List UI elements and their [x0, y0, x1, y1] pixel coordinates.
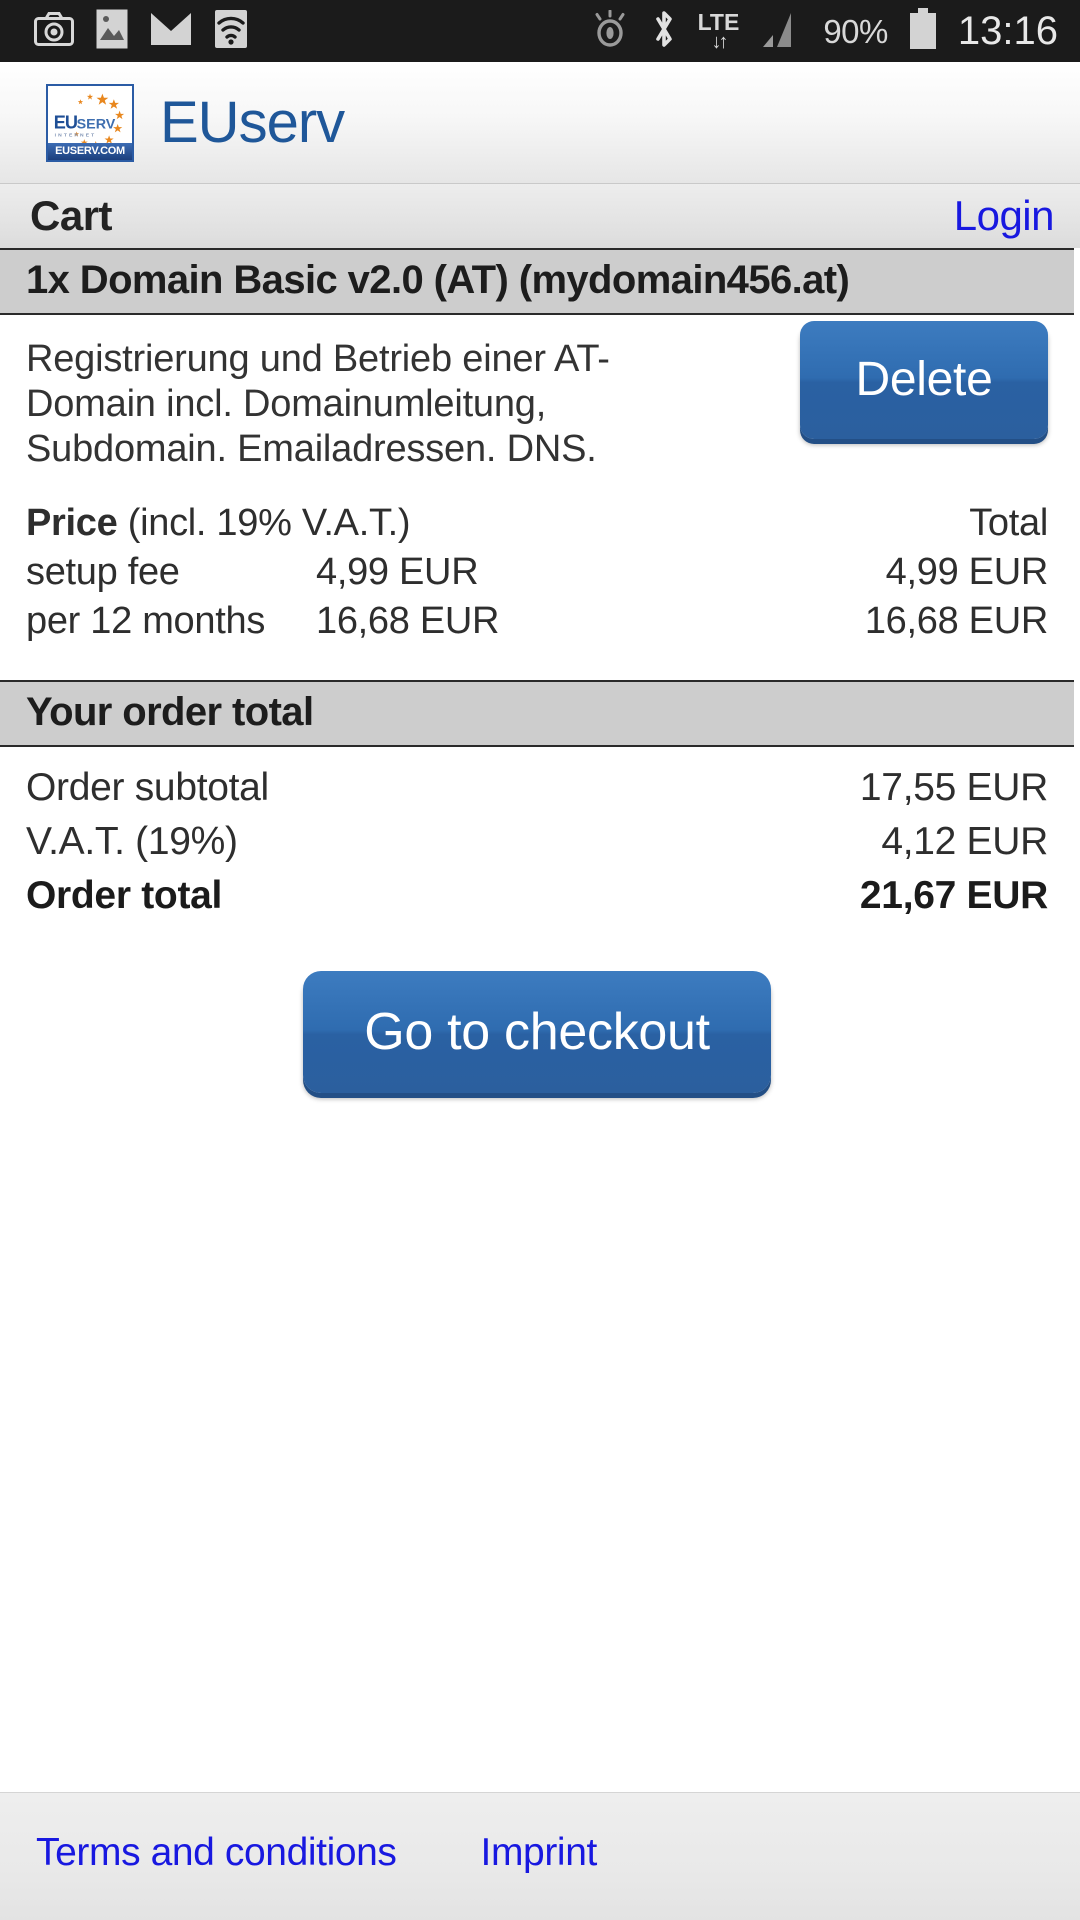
euserv-logo[interactable]: EU SERV INTERNET EUSERV.COM [46, 83, 134, 162]
data-transfer-arrows-icon: ↓↑ [711, 30, 728, 53]
price-row-amount: 16,68 EUR [316, 600, 500, 643]
order-subtotal-value: 17,55 EUR [859, 766, 1048, 810]
price-row-label: setup fee [26, 551, 180, 594]
mail-icon [150, 12, 192, 51]
svg-text:SERV: SERV [77, 116, 116, 132]
order-total-label: Order total [26, 874, 223, 918]
price-table-row: setup fee 4,99 EUR 4,99 EUR [26, 548, 1048, 597]
order-total-body: Order subtotal 17,55 EUR V.A.T. (19%) 4,… [0, 747, 1074, 1094]
android-status-bar: LTE ↓↑ 90% 13:16 [0, 0, 1080, 62]
checkout-button-wrap: Go to checkout [26, 971, 1048, 1094]
signal-icon [759, 9, 803, 54]
logo-domain-label: EUSERV.COM [48, 142, 132, 160]
image-icon [96, 9, 128, 54]
imprint-link[interactable]: Imprint [481, 1831, 598, 1875]
cart-navbar: Cart Login [0, 184, 1080, 248]
cart-item-price-table: Price (incl. 19% V.A.T.) Total setup fee… [26, 499, 1048, 646]
price-label: Price [26, 502, 118, 545]
svg-text:INTERNET: INTERNET [55, 132, 97, 138]
brand-title: EUserv [160, 90, 345, 155]
battery-percent-label: 90% [823, 12, 888, 50]
price-row-total: 16,68 EUR [864, 600, 1048, 643]
order-total-value: 21,67 EUR [859, 874, 1048, 918]
lte-icon: LTE ↓↑ [698, 10, 740, 53]
table-row: Order subtotal 17,55 EUR [26, 761, 1048, 815]
site-header: EU SERV INTERNET EUSERV.COM EUserv [0, 62, 1080, 184]
order-total-header: Your order total [0, 680, 1074, 748]
status-bar-left-icons [34, 9, 270, 54]
wifi-icon [214, 9, 248, 54]
order-total-heading: Your order total [26, 690, 314, 735]
cart-item-header: 1x Domain Basic v2.0 (AT) (mydomain456.a… [0, 248, 1074, 315]
table-row: Order total 21,67 EUR [26, 869, 1048, 923]
go-to-checkout-button[interactable]: Go to checkout [303, 971, 771, 1094]
cart-item-description: Registrierung und Betrieb einer AT-Domai… [26, 338, 610, 470]
terms-and-conditions-link[interactable]: Terms and conditions [36, 1831, 397, 1875]
order-subtotal-label: Order subtotal [26, 766, 269, 810]
order-vat-value: 4,12 EUR [881, 820, 1048, 864]
svg-text:EU: EU [54, 112, 77, 132]
phone-screen: LTE ↓↑ 90% 13:16 EU SERV INTERNET EUSERV… [0, 0, 1080, 1920]
price-header-cell: Price (incl. 19% V.A.T.) [26, 499, 411, 548]
price-row-amount: 4,99 EUR [316, 551, 479, 594]
eye-off-icon [590, 9, 630, 53]
cart-item-title: 1x Domain Basic v2.0 (AT) (mydomain456.a… [26, 258, 850, 302]
delete-button[interactable]: Delete [800, 321, 1048, 439]
login-link[interactable]: Login [954, 192, 1055, 240]
price-row-label: per 12 months [26, 600, 266, 643]
page-content: 1x Domain Basic v2.0 (AT) (mydomain456.a… [0, 248, 1080, 1792]
price-vat-note: (incl. 19% V.A.T.) [127, 502, 411, 545]
status-bar-right-icons: LTE ↓↑ 90% 13:16 [570, 7, 1058, 55]
order-total-table: Order subtotal 17,55 EUR V.A.T. (19%) 4,… [26, 761, 1048, 923]
price-table-header-row: Price (incl. 19% V.A.T.) Total [26, 499, 1048, 548]
page-title: Cart [30, 192, 113, 239]
order-vat-label: V.A.T. (19%) [26, 820, 238, 864]
table-row: V.A.T. (19%) 4,12 EUR [26, 815, 1048, 869]
site-footer: Terms and conditions Imprint [0, 1792, 1080, 1920]
price-row-total: 4,99 EUR [885, 551, 1049, 594]
price-table-row: per 12 months 16,68 EUR 16,68 EUR [26, 597, 1048, 646]
clock-label: 13:16 [957, 9, 1058, 53]
camera-icon [34, 11, 74, 51]
price-total-header: Total [969, 502, 1048, 545]
battery-icon [908, 7, 938, 55]
bluetooth-icon [650, 8, 678, 55]
cart-item-body: Registrierung und Betrieb einer AT-Domai… [0, 315, 1074, 646]
